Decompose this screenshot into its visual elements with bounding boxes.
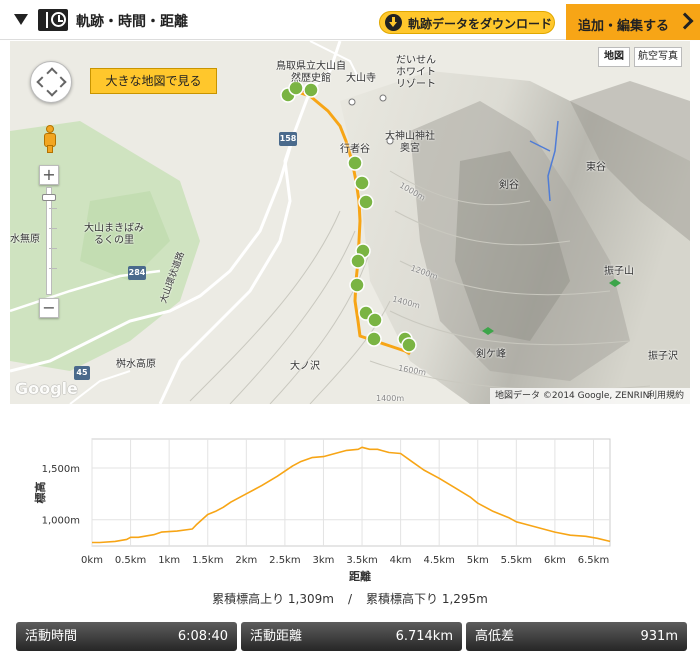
elevation-summary: 累積標高上り 1,309m / 累積標高下り 1,295m [0, 590, 700, 607]
collapse-triangle-icon[interactable] [14, 14, 28, 25]
ascent-total: 累積標高上り 1,309m [212, 592, 334, 606]
map-label-ohnosawa: 大ノ沢 [290, 361, 320, 372]
map-label-shrine: 大神山神社奥宮 [385, 131, 435, 154]
map-label-kengamine: 剣ケ峰 [476, 349, 506, 360]
map-label-gyojadani: 行者谷 [340, 144, 370, 155]
road-shield: 284 [128, 266, 146, 280]
map-label-mizunohara: 水無原 [10, 234, 40, 245]
add-edit-button[interactable]: 追加・編集する [566, 4, 700, 40]
attribution-text: 地図データ ©2014 Google, ZENRIN [495, 391, 650, 401]
pan-down-icon[interactable] [46, 85, 58, 97]
map-label-museum: 鳥取県立大山自然歴史館 [276, 61, 346, 84]
map-label-kagamiko: 桝水高原 [116, 359, 156, 370]
map-label-furikozawa: 振子沢 [648, 351, 678, 362]
section-header: 軌跡・時間・距離 軌跡データをダウンロード 追加・編集する [0, 0, 700, 40]
zoom-out-button[interactable]: − [39, 298, 59, 318]
y-tick-label: 1,500m [42, 464, 80, 475]
elevation-chart: 0km 0.5km 1km 1.5km 2km 2.5km 3km 3.5km 4km 4.5km… [0, 405, 700, 619]
map-label-daisenji: 大山寺 [346, 73, 376, 84]
map-attribution: 地図データ ©2014 Google, ZENRIN 利用規約 [490, 388, 690, 404]
x-tick-label: 2.5km [269, 555, 300, 566]
x-tick-label: 4.5km [423, 555, 454, 566]
route-map[interactable]: + − 大きな地図で見る 地図 航空写真 鳥取県立大山自然歴史館 大山寺 だいせ… [10, 41, 690, 404]
plot-area [91, 438, 611, 547]
x-tick-label: 5km [467, 555, 489, 566]
map-type-map-button[interactable]: 地図 [598, 47, 630, 67]
x-tick-label: 4km [390, 555, 412, 566]
stat-label: 活動距離 [250, 629, 303, 644]
x-tick-label: 2km [235, 555, 257, 566]
x-axis-label: 距離 [349, 569, 371, 583]
x-tick-label: 3km [313, 555, 335, 566]
descent-total: 累積標高下り 1,295m [366, 592, 488, 606]
map-label-higashidani: 東谷 [586, 162, 606, 173]
zoom-slider-thumb[interactable] [42, 194, 56, 201]
x-tick-label: 0.5km [115, 555, 146, 566]
contour-label: 1400m [376, 394, 405, 403]
x-tick-label: 1km [158, 555, 180, 566]
stat-value: 931m [640, 629, 678, 644]
stat-activity-time: 活動時間 6:08:40 [16, 622, 237, 651]
map-label-furikoyama: 振子山 [604, 266, 634, 277]
download-track-label: 軌跡データをダウンロード [408, 17, 553, 31]
stat-elevation-difference: 高低差 931m [466, 622, 687, 651]
google-logo: Google [15, 379, 78, 398]
pan-left-icon[interactable] [36, 76, 48, 88]
map-label-makiba: 大山まきばみるくの里 [84, 223, 144, 246]
stat-label: 活動時間 [25, 629, 78, 644]
x-tick-label: 1.5km [192, 555, 223, 566]
clock-icon [38, 9, 68, 31]
elevation-chart-svg: 0km 0.5km 1km 1.5km 2km 2.5km 3km 3.5km 4km 4.5km… [33, 438, 611, 583]
x-tick-label: 5.5km [501, 555, 532, 566]
pan-up-icon[interactable] [46, 67, 58, 79]
street-view-pegman-icon[interactable] [42, 125, 58, 153]
download-icon [385, 14, 402, 31]
pan-control[interactable] [30, 61, 72, 103]
terms-link[interactable]: 利用規約 [648, 388, 684, 404]
road-shield: 158 [279, 132, 297, 146]
summary-separator: / [347, 592, 353, 606]
stat-value: 6:08:40 [177, 629, 228, 644]
road-shield: 45 [74, 366, 90, 380]
big-map-button[interactable]: 大きな地図で見る [90, 68, 217, 94]
x-tick-label: 6km [544, 555, 566, 566]
pan-right-icon[interactable] [55, 76, 67, 88]
zoom-in-button[interactable]: + [39, 165, 59, 185]
x-tick-label: 3.5km [346, 555, 377, 566]
map-type-satellite-button[interactable]: 航空写真 [634, 47, 682, 67]
x-tick-label: 6.5km [578, 555, 609, 566]
map-label-white-resort: だいせんホワイトリゾート [396, 55, 436, 90]
add-edit-label: 追加・編集する [578, 19, 670, 34]
stat-label: 高低差 [475, 629, 515, 644]
zoom-slider[interactable] [42, 187, 57, 295]
y-axis-label: 標高 [33, 482, 47, 504]
map-label-tsurugidani: 剣谷 [499, 180, 519, 191]
y-tick-label: 1,000m [42, 516, 80, 527]
stat-value: 6.714km [395, 629, 453, 644]
x-tick-label: 0km [81, 555, 103, 566]
chevron-right-icon [676, 12, 694, 30]
stat-activity-distance: 活動距離 6.714km [241, 622, 462, 651]
section-title: 軌跡・時間・距離 [76, 14, 188, 30]
download-track-button[interactable]: 軌跡データをダウンロード [379, 11, 555, 34]
